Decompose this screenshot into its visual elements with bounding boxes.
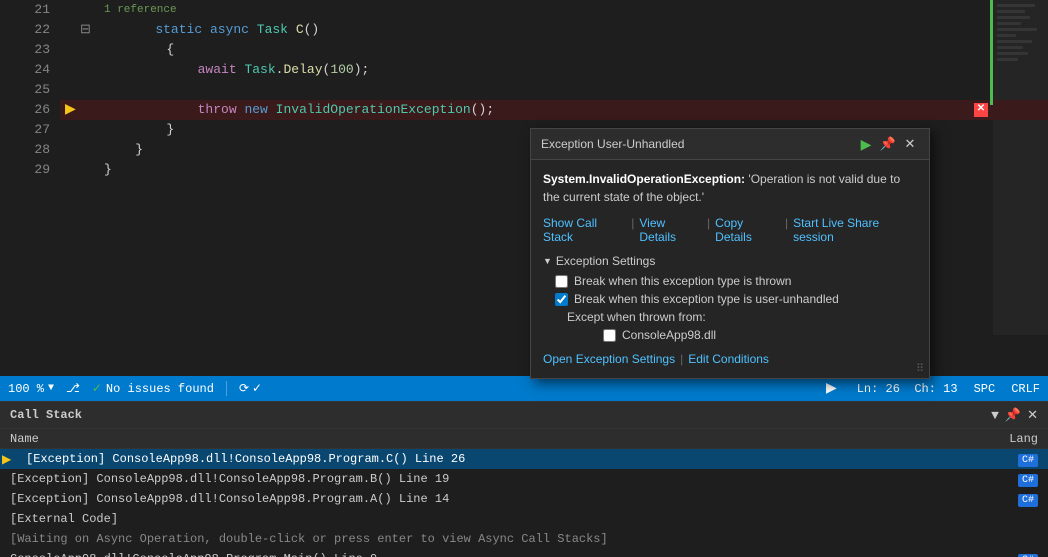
sync-icon: ⟳ bbox=[239, 381, 249, 396]
zoom-value: 100 % bbox=[8, 382, 44, 396]
stack-row-3[interactable]: [External Code] bbox=[0, 509, 1048, 529]
stack-row-4[interactable]: [Waiting on Async Operation, double-clic… bbox=[0, 529, 1048, 549]
stack-row-1[interactable]: [Exception] ConsoleApp98.dll!ConsoleApp9… bbox=[0, 469, 1048, 489]
break-unhandled-label: Break when this exception type is user-u… bbox=[574, 292, 839, 306]
show-call-stack-link[interactable]: Show Call Stack bbox=[543, 216, 626, 244]
dll-checkbox[interactable] bbox=[603, 329, 616, 342]
zoom-dropdown-icon: ▼ bbox=[48, 383, 54, 394]
stack-row-0[interactable]: ▶ [Exception] ConsoleApp98.dll!ConsoleAp… bbox=[0, 449, 1048, 469]
code-line-25 bbox=[60, 80, 1048, 100]
stack-text-5: ConsoleApp98.dll!ConsoleApp98.Program.Ma… bbox=[10, 552, 988, 557]
line-num-23: 23 bbox=[0, 40, 50, 60]
line-num-26: 26 bbox=[0, 100, 50, 120]
edit-conditions-link[interactable]: Edit Conditions bbox=[688, 352, 769, 366]
sync-icon2: ✓ bbox=[252, 381, 262, 396]
popup-links: Show Call Stack | View Details | Copy De… bbox=[543, 216, 917, 244]
encoding[interactable]: SPC bbox=[974, 382, 996, 396]
code-line-24: await Task . Delay ( 100 ); bbox=[60, 60, 1048, 80]
check-icon: ✓ bbox=[92, 381, 102, 396]
line-ref-21: 1 reference bbox=[104, 0, 177, 20]
live-share-link[interactable]: Start Live Share session bbox=[793, 216, 917, 244]
break-unhandled-checkbox[interactable] bbox=[555, 293, 568, 306]
no-issues-text: No issues found bbox=[106, 382, 214, 396]
line-num-27: 27 bbox=[0, 120, 50, 140]
popup-title: Exception User-Unhandled bbox=[541, 137, 684, 151]
stack-lang-1: C# bbox=[988, 472, 1038, 486]
git-change-indicator bbox=[990, 0, 993, 105]
popup-continue-button[interactable]: ▶ bbox=[857, 135, 875, 153]
status-right: ▶ Ln: 26 Ch: 13 SPC CRLF bbox=[826, 380, 1040, 397]
break-thrown-label: Break when this exception type is thrown bbox=[574, 274, 791, 288]
ln-ch: Ln: 26 Ch: 13 bbox=[857, 382, 958, 396]
stack-lang-2: C# bbox=[988, 492, 1038, 506]
except-label: Except when thrown from: bbox=[567, 310, 917, 324]
stack-arrow-0: ▶ bbox=[2, 452, 11, 467]
call-stack-list[interactable]: ▶ [Exception] ConsoleApp98.dll!ConsoleAp… bbox=[0, 449, 1048, 557]
open-exception-settings-link[interactable]: Open Exception Settings bbox=[543, 352, 675, 366]
no-issues-indicator[interactable]: ✓ No issues found bbox=[92, 381, 227, 396]
line-numbers: 21 22 23 24 25 26 27 28 29 bbox=[0, 0, 60, 335]
panel-close-button[interactable]: ✕ bbox=[1027, 408, 1038, 423]
line-num-29: 29 bbox=[0, 160, 50, 180]
line-num-21: 21 bbox=[0, 0, 50, 20]
view-details-link[interactable]: View Details bbox=[639, 216, 702, 244]
stack-text-0: [Exception] ConsoleApp98.dll!ConsoleApp9… bbox=[10, 452, 988, 466]
stack-row-2[interactable]: [Exception] ConsoleApp98.dll!ConsoleApp9… bbox=[0, 489, 1048, 509]
exception-type: System.InvalidOperationException: bbox=[543, 172, 745, 186]
stack-lang-5: C# bbox=[988, 552, 1038, 557]
exception-popup: Exception User-Unhandled ▶ 📌 ✕ System.In… bbox=[530, 128, 930, 379]
dll-label: ConsoleApp98.dll bbox=[622, 328, 716, 342]
zoom-level[interactable]: 100 % ▼ bbox=[8, 382, 54, 396]
stack-lang-0: C# bbox=[988, 452, 1038, 466]
code-line-23: { bbox=[60, 40, 1048, 60]
popup-close-button[interactable]: ✕ bbox=[901, 135, 919, 153]
panel-header: Call Stack ▼ 📌 ✕ bbox=[0, 402, 1048, 429]
status-bar: 100 % ▼ ⎇ ✓ No issues found ⟳ ✓ ▶ Ln: 26… bbox=[0, 376, 1048, 401]
copy-details-link[interactable]: Copy Details bbox=[715, 216, 780, 244]
panel-pin-button[interactable]: 📌 bbox=[1005, 408, 1021, 423]
panel-controls: ▼ 📌 ✕ bbox=[991, 408, 1038, 423]
line-num-24: 24 bbox=[0, 60, 50, 80]
break-thrown-checkbox[interactable] bbox=[555, 275, 568, 288]
line-num-28: 28 bbox=[0, 140, 50, 160]
stack-text-1: [Exception] ConsoleApp98.dll!ConsoleApp9… bbox=[10, 472, 988, 486]
line-num-22: 22 bbox=[0, 20, 50, 40]
panel-columns: Name Lang bbox=[0, 429, 1048, 449]
code-line-22: ⊟ static async Task C () bbox=[60, 20, 1048, 40]
col-name-header: Name bbox=[10, 432, 988, 446]
git-branch-sync[interactable]: ⟳ ✓ bbox=[239, 381, 262, 396]
popup-header: Exception User-Unhandled ▶ 📌 ✕ bbox=[531, 129, 929, 160]
settings-label: Exception Settings bbox=[556, 254, 655, 268]
panel-title: Call Stack bbox=[10, 408, 82, 422]
dll-row: ConsoleApp98.dll bbox=[567, 328, 917, 342]
panel-down-arrow[interactable]: ▼ bbox=[991, 408, 999, 423]
call-stack-panel: Call Stack ▼ 📌 ✕ Name Lang ▶ [Exception]… bbox=[0, 401, 1048, 556]
stack-text-4: [Waiting on Async Operation, double-clic… bbox=[10, 532, 988, 546]
col-lang-header: Lang bbox=[988, 432, 1038, 446]
play-button[interactable]: ▶ bbox=[826, 380, 837, 397]
settings-header: ▼ Exception Settings bbox=[543, 254, 917, 268]
stack-text-2: [Exception] ConsoleApp98.dll!ConsoleApp9… bbox=[10, 492, 988, 506]
error-badge: ✕ bbox=[974, 103, 988, 117]
popup-body: System.InvalidOperationException: 'Opera… bbox=[531, 160, 929, 378]
stack-text-3: [External Code] bbox=[10, 512, 988, 526]
triangle-icon: ▼ bbox=[543, 256, 552, 266]
line-ending[interactable]: CRLF bbox=[1011, 382, 1040, 396]
git-icon: ⎇ bbox=[66, 381, 80, 396]
collapse-22[interactable]: ⊟ bbox=[80, 20, 91, 40]
resize-handle[interactable]: ⠿ bbox=[916, 362, 924, 375]
popup-controls: ▶ 📌 ✕ bbox=[857, 135, 919, 153]
except-when-section: Except when thrown from: ConsoleApp98.dl… bbox=[543, 310, 917, 342]
checkbox-row-2: Break when this exception type is user-u… bbox=[543, 292, 917, 306]
checkbox-row-1: Break when this exception type is thrown bbox=[543, 274, 917, 288]
code-line-21: 1 reference bbox=[60, 0, 1048, 20]
exception-settings: ▼ Exception Settings Break when this exc… bbox=[543, 254, 917, 368]
line-num-25: 25 bbox=[0, 80, 50, 100]
exception-message: System.InvalidOperationException: 'Opera… bbox=[543, 170, 917, 206]
code-line-26: ▶ throw new InvalidOperationException ()… bbox=[60, 100, 1048, 120]
popup-pin-button[interactable]: 📌 bbox=[879, 135, 897, 153]
bottom-links: Open Exception Settings | Edit Condition… bbox=[543, 348, 917, 368]
arrow-indicator: ▶ bbox=[65, 100, 76, 120]
